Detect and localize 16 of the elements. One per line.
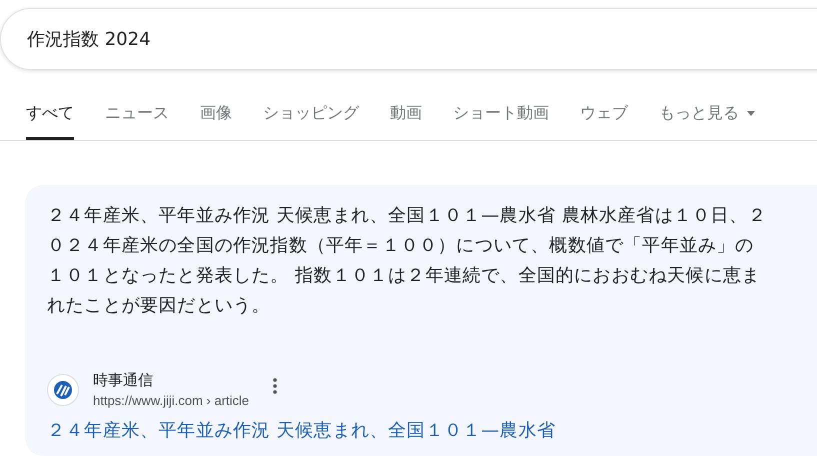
search-tab[interactable]: 画像 bbox=[200, 97, 232, 140]
search-tab[interactable]: すべて bbox=[26, 97, 74, 140]
result-title-link[interactable]: ２４年産米、平年並み作況 天候恵まれ、全国１０１—農水省 bbox=[47, 418, 817, 442]
more-options-icon[interactable] bbox=[273, 378, 278, 394]
search-tab[interactable]: ニュース bbox=[105, 97, 169, 140]
source-name: 時事通信 bbox=[93, 371, 154, 390]
search-tab[interactable]: ウェブ bbox=[580, 97, 628, 140]
search-tab[interactable]: ショッピング bbox=[263, 97, 359, 140]
search-tab[interactable]: ショート動画 bbox=[453, 97, 549, 140]
search-field[interactable]: 作況指数 2024 bbox=[0, 8, 817, 70]
caret-icon bbox=[747, 111, 755, 116]
source-url: https://www.jiji.com › article bbox=[93, 393, 250, 408]
site-logo-icon bbox=[47, 374, 79, 406]
result-snippet: ２４年産米、平年並み作況 天候恵まれ、全国１０１—農水省 農林水産省は１０日、２０２４年産米の全国の作況指数（平年＝１００）について、概数値で「平年並み」の１０１となったと発表した。 指数１０１は２年連続で、全国的におおむね天候に恵まれたことが要因だという。 bbox=[47, 204, 767, 318]
search-tab[interactable]: 動画 bbox=[390, 97, 422, 140]
search-tab[interactable]: もっと見る bbox=[659, 97, 755, 140]
